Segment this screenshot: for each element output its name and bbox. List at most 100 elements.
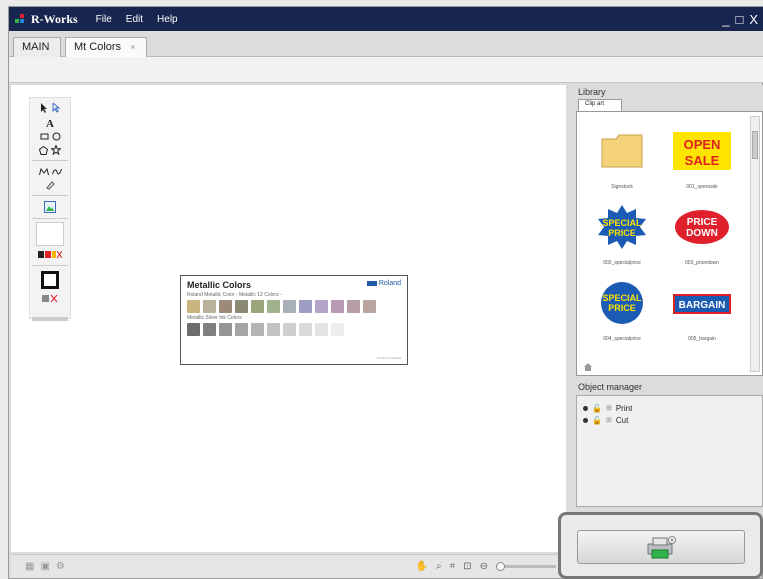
metallic-swatch-11 xyxy=(347,300,360,313)
expand-icon[interactable]: ⊞ xyxy=(606,416,612,424)
brand-text: Roland xyxy=(378,280,401,287)
object-row-cut[interactable]: 🔓 ⊞ Cut xyxy=(577,414,762,426)
minimize-icon[interactable]: _ xyxy=(722,12,729,27)
library-title: Library xyxy=(578,87,606,97)
color-preview[interactable] xyxy=(36,222,64,246)
zoom-knob[interactable] xyxy=(496,562,505,571)
eraser-tool-icon[interactable] xyxy=(45,180,55,190)
clip-art-item[interactable]: SPECIAL PRICE 002_specialprice xyxy=(583,198,661,272)
menu-help[interactable]: Help xyxy=(157,14,178,25)
polyline-tool-icon[interactable] xyxy=(38,167,49,176)
silver-swatch-10 xyxy=(331,323,344,336)
clip-art-caption: 005_bargain xyxy=(688,336,716,342)
star-tool-icon[interactable] xyxy=(51,145,61,155)
clip-art-item[interactable]: SPECIAL PRICE 004_specialprice xyxy=(583,274,661,348)
silver-swatch-6 xyxy=(267,323,280,336)
tab-main-label: MAIN xyxy=(22,41,50,53)
node-edit-tool-icon[interactable] xyxy=(52,103,61,113)
rectangle-tool-icon[interactable] xyxy=(40,132,49,141)
curve-tool-icon[interactable] xyxy=(51,167,62,176)
svg-text:DOWN: DOWN xyxy=(686,228,718,239)
silver-swatch-9 xyxy=(315,323,328,336)
library-scroll-thumb[interactable] xyxy=(752,131,758,159)
silver-swatch-4 xyxy=(235,323,248,336)
metallic-swatch-1 xyxy=(187,300,200,313)
metallic-swatch-5 xyxy=(251,300,264,313)
svg-text:SALE: SALE xyxy=(685,153,720,168)
visibility-icon[interactable] xyxy=(583,417,588,423)
zoom-slider[interactable] xyxy=(496,562,556,571)
clip-art-item[interactable]: Signstock xyxy=(583,122,661,196)
silver-swatch-8 xyxy=(299,323,312,336)
app-window: R-Works File Edit Help _ □ X MAIN Mt Col… xyxy=(8,6,763,579)
visibility-icon[interactable] xyxy=(583,405,588,411)
menu-file[interactable]: File xyxy=(96,14,112,25)
settings-icon[interactable]: ⚙ xyxy=(56,561,65,572)
polygon-tool-icon[interactable] xyxy=(39,145,48,155)
brand-logo-icon xyxy=(366,281,377,286)
menu-edit[interactable]: Edit xyxy=(126,14,143,25)
clip-art-item[interactable]: BARGAIN 005_bargain xyxy=(663,274,741,348)
silver-swatch-5 xyxy=(251,323,264,336)
stroke-width-icon[interactable] xyxy=(41,271,59,289)
object-row-print[interactable]: 🔓 ⊞ Print xyxy=(577,402,762,414)
svg-text:PRICE: PRICE xyxy=(608,228,636,238)
svg-text:SPECIAL: SPECIAL xyxy=(602,293,642,303)
window-controls: _ □ X xyxy=(722,12,758,27)
row2-label: Metallic Silver Ink Colors xyxy=(187,315,242,321)
home-icon[interactable] xyxy=(583,362,593,371)
tab-mt-colors[interactable]: Mt Colors × xyxy=(65,37,147,57)
fit-page-icon[interactable]: ⊡ xyxy=(463,561,471,572)
metallic-swatch-2 xyxy=(203,300,216,313)
lock-icon[interactable]: 🔓 xyxy=(592,404,602,413)
toolbox-slider[interactable] xyxy=(32,317,68,321)
grid-icon[interactable]: ▦ xyxy=(25,561,34,572)
logo-icon xyxy=(15,14,25,24)
lock-icon[interactable]: 🔓 xyxy=(592,416,602,425)
fit-icon[interactable]: ⌗ xyxy=(450,561,456,572)
clip-art-caption: Signstock xyxy=(611,184,633,190)
close-icon[interactable]: X xyxy=(749,12,758,27)
folder-icon xyxy=(601,134,643,168)
title-bar: R-Works File Edit Help _ □ X xyxy=(9,7,763,31)
bargain-icon: BARGAIN xyxy=(673,294,731,314)
stroke-color-icon[interactable] xyxy=(42,294,58,303)
expand-icon[interactable]: ⊞ xyxy=(606,404,612,412)
hand-tool-icon[interactable]: ✋ xyxy=(416,561,428,572)
brand-label: Roland xyxy=(366,280,401,287)
silver-swatch-2 xyxy=(203,323,216,336)
select-tool-icon[interactable] xyxy=(40,103,49,113)
zoom-out-icon[interactable]: ⊖ xyxy=(480,561,488,572)
card-footer: Printed by Roland xyxy=(377,356,401,360)
ellipse-tool-icon[interactable] xyxy=(52,132,61,141)
image-tool-icon[interactable] xyxy=(44,201,56,213)
clip-art-item[interactable]: PRICE DOWN 003_pricedown xyxy=(663,198,741,272)
page-icon[interactable]: ▣ xyxy=(40,561,49,572)
status-bar: ▦ ▣ ⚙ ✋ ⌕ ⌗ ⊡ ⊖ xyxy=(11,554,566,578)
tab-main[interactable]: MAIN xyxy=(13,37,61,57)
silver-swatch-1 xyxy=(187,323,200,336)
zoom-tool-icon[interactable]: ⌕ xyxy=(436,561,442,572)
metallic-colors-card[interactable]: Metallic Colors Roland Roland Metallic C… xyxy=(180,275,408,365)
library-scrollbar[interactable] xyxy=(750,116,760,372)
special-price-burst-icon: SPECIALPRICE xyxy=(598,205,646,249)
text-tool-icon[interactable]: A xyxy=(45,117,55,128)
app-name: R-Works xyxy=(31,11,78,26)
tab-clip-art[interactable]: Clip art xyxy=(578,99,622,111)
clip-art-item[interactable]: OPEN SALE 001_opensale xyxy=(663,122,741,196)
tab-strip: MAIN Mt Colors × xyxy=(9,31,763,57)
svg-text:A: A xyxy=(46,118,54,128)
maximize-icon[interactable]: □ xyxy=(735,12,743,27)
color-palette-icon[interactable] xyxy=(38,251,62,259)
tab-close-icon[interactable]: × xyxy=(130,42,135,52)
printer-icon xyxy=(647,536,676,559)
output-button[interactable] xyxy=(577,530,745,564)
metallic-swatch-7 xyxy=(283,300,296,313)
canvas-area[interactable]: A Metallic Colors Roland Roland Metallic… xyxy=(11,85,566,552)
metallic-swatch-10 xyxy=(331,300,344,313)
metallic-swatch-3 xyxy=(219,300,232,313)
special-price-circle-icon: SPECIALPRICE xyxy=(601,282,643,324)
clip-art-caption: 003_pricedown xyxy=(685,260,719,266)
app-logo: R-Works xyxy=(15,12,78,27)
object-label: Cut xyxy=(615,415,629,425)
